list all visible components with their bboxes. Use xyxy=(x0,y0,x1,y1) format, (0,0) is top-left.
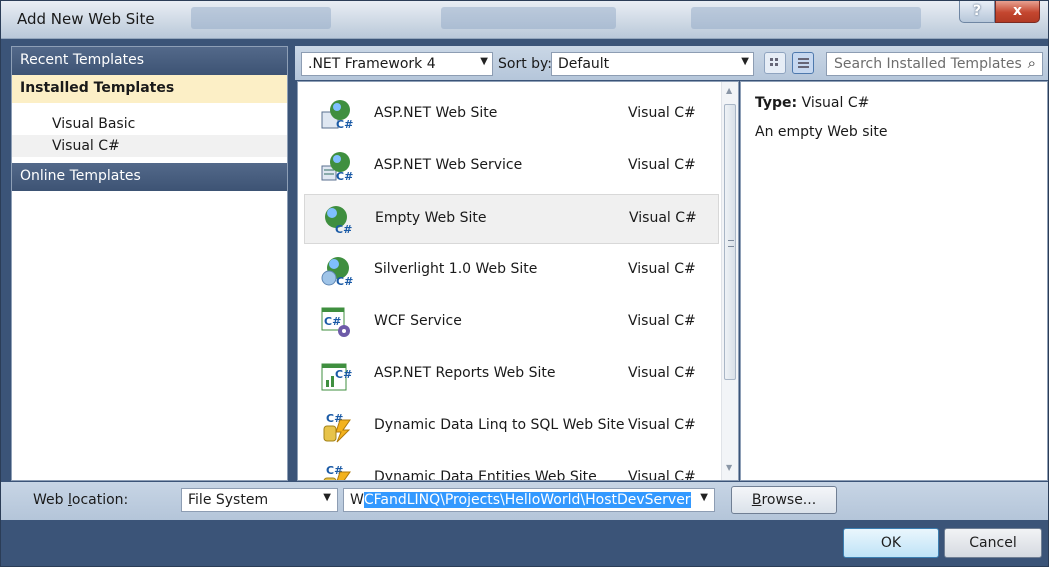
web-service-icon: C# xyxy=(321,152,353,183)
sort-value: Default xyxy=(558,56,610,72)
search-icon[interactable]: ⌕ xyxy=(1028,54,1036,72)
template-language: Visual C# xyxy=(628,469,696,481)
scrollbar-thumb[interactable] xyxy=(724,104,736,380)
title-bar[interactable]: Add New Web Site ? x xyxy=(1,1,1048,39)
template-list-scrollbar[interactable]: ▲ ▼ xyxy=(721,82,738,480)
close-icon: x xyxy=(1012,3,1023,19)
template-language: Visual C# xyxy=(629,210,697,226)
template-row[interactable]: C# Dynamic Data Entities Web Site Visual… xyxy=(304,454,719,481)
reports-web-site-icon: C# xyxy=(321,363,352,391)
svg-text:C#: C# xyxy=(335,223,352,236)
template-language: Visual C# xyxy=(628,105,696,121)
template-row[interactable]: C# ASP.NET Web Site Visual C# xyxy=(304,90,719,140)
online-templates-header[interactable]: Online Templates xyxy=(12,163,287,191)
category-visual-csharp[interactable]: Visual C# xyxy=(12,135,287,157)
template-name: ASP.NET Web Service xyxy=(374,157,523,173)
empty-web-site-icon: C# xyxy=(325,206,352,236)
template-row[interactable]: C# ASP.NET Reports Web Site Visual C# xyxy=(304,350,719,400)
dynamic-data-linq-icon: C# xyxy=(323,412,351,443)
template-list[interactable]: C# ASP.NET Web Site Visual C# C# ASP.NET… xyxy=(297,81,739,481)
template-row-selected[interactable]: C# Empty Web Site Visual C# xyxy=(304,194,719,244)
silverlight-web-site-icon: C# xyxy=(321,257,353,288)
dropdown-arrow-icon[interactable]: ▼ xyxy=(700,492,708,503)
template-language: Visual C# xyxy=(628,313,696,329)
browse-button[interactable]: Browse... xyxy=(731,486,837,514)
framework-value: .NET Framework 4 xyxy=(308,56,436,72)
template-row[interactable]: C# WCF Service Visual C# xyxy=(304,298,719,348)
type-label: Type: xyxy=(755,95,798,111)
svg-text:C#: C# xyxy=(324,315,341,328)
template-name: Dynamic Data Entities Web Site xyxy=(374,469,597,481)
template-name: WCF Service xyxy=(374,313,462,329)
location-path-input[interactable]: WCFandLINQ\Projects\HelloWorld\HostDevSe… xyxy=(343,488,715,512)
background-blur xyxy=(691,7,921,29)
type-value: Visual C# xyxy=(801,95,870,111)
svg-text:C#: C# xyxy=(335,368,352,381)
sort-by-dropdown[interactable]: Default ▼ xyxy=(551,52,754,76)
dropdown-arrow-icon: ▼ xyxy=(741,56,749,67)
search-templates-input[interactable]: Search Installed Templates ⌕ xyxy=(826,52,1043,76)
window-title: Add New Web Site xyxy=(17,10,155,28)
list-view-button[interactable] xyxy=(792,52,814,74)
template-language: Visual C# xyxy=(628,417,696,433)
svg-text:C#: C# xyxy=(336,275,353,288)
recent-templates-header[interactable]: Recent Templates xyxy=(12,47,287,75)
template-name: Empty Web Site xyxy=(375,210,487,226)
installed-templates-header[interactable]: Installed Templates xyxy=(12,75,287,103)
template-name: ASP.NET Web Site xyxy=(374,105,498,121)
web-site-icon: C# xyxy=(321,100,353,131)
framework-dropdown[interactable]: .NET Framework 4 ▼ xyxy=(301,52,493,76)
scroll-down-icon[interactable]: ▼ xyxy=(726,463,732,472)
scroll-up-icon[interactable]: ▲ xyxy=(726,86,732,95)
location-type-dropdown[interactable]: File System ▼ xyxy=(181,488,338,512)
template-name: Dynamic Data Linq to SQL Web Site xyxy=(374,417,625,433)
path-selected-text: CFandLINQ\Projects\HelloWorld\HostDevSer… xyxy=(363,492,691,508)
dropdown-arrow-icon: ▼ xyxy=(480,56,488,67)
template-row[interactable]: C# Silverlight 1.0 Web Site Visual C# xyxy=(304,246,719,296)
template-category-panel: Recent Templates Installed Templates Vis… xyxy=(11,46,288,481)
web-location-label: Web location: xyxy=(33,492,129,508)
template-row[interactable]: C# Dynamic Data Linq to SQL Web Site Vis… xyxy=(304,402,719,452)
template-toolbar: .NET Framework 4 ▼ Sort by: Default ▼ Se… xyxy=(295,46,1048,80)
sort-by-label: Sort by: xyxy=(498,56,553,72)
svg-text:C#: C# xyxy=(336,170,353,183)
dialog-button-row: OK Cancel xyxy=(1,520,1048,566)
template-description-pane: Type: Visual C# An empty Web site xyxy=(740,81,1048,481)
web-location-row: Web location: File System ▼ WCFandLINQ\P… xyxy=(1,482,1048,520)
add-new-web-site-dialog: Add New Web Site ? x Recent Templates In… xyxy=(0,0,1049,567)
background-blur xyxy=(191,7,331,29)
dynamic-data-entities-icon: C# xyxy=(323,464,351,480)
ok-button[interactable]: OK xyxy=(843,528,939,558)
dropdown-arrow-icon: ▼ xyxy=(323,492,331,503)
close-button[interactable]: x xyxy=(995,1,1040,23)
template-language: Visual C# xyxy=(628,157,696,173)
svg-text:C#: C# xyxy=(336,118,353,131)
location-type-value: File System xyxy=(188,492,269,508)
search-placeholder: Search Installed Templates xyxy=(834,56,1022,72)
category-visual-basic[interactable]: Visual Basic xyxy=(12,113,287,135)
help-button[interactable]: ? xyxy=(959,1,995,23)
template-row[interactable]: C# ASP.NET Web Service Visual C# xyxy=(304,142,719,192)
background-blur xyxy=(441,7,616,29)
wcf-service-icon: C# xyxy=(321,307,350,337)
description-type: Type: Visual C# xyxy=(755,95,869,111)
template-language: Visual C# xyxy=(628,261,696,277)
help-icon: ? xyxy=(972,3,982,19)
cancel-button[interactable]: Cancel xyxy=(944,528,1042,558)
path-first-char: W xyxy=(350,492,364,508)
template-name: ASP.NET Reports Web Site xyxy=(374,365,556,381)
template-name: Silverlight 1.0 Web Site xyxy=(374,261,538,277)
description-text: An empty Web site xyxy=(755,124,888,140)
template-language: Visual C# xyxy=(628,365,696,381)
small-icons-view-button[interactable] xyxy=(764,52,786,74)
